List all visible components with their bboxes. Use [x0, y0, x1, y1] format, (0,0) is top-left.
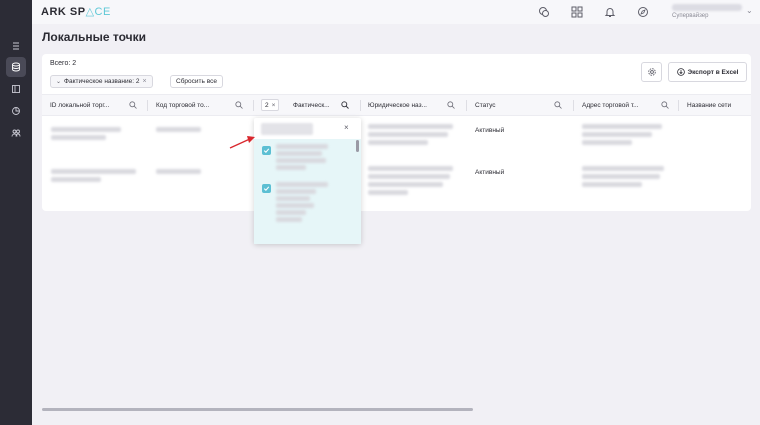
blurred-cell	[368, 124, 453, 129]
blurred-cell	[368, 182, 443, 187]
blurred-option-text	[276, 165, 306, 170]
column-divider[interactable]	[253, 100, 254, 111]
search-icon[interactable]	[235, 101, 243, 109]
search-icon[interactable]	[661, 101, 669, 109]
column-header-network-name[interactable]: Название сети	[687, 95, 747, 115]
checkbox-checked[interactable]	[262, 146, 271, 155]
blurred-option-text	[276, 210, 306, 215]
reset-filters-button[interactable]: Сбросить все	[170, 75, 223, 88]
blurred-cell	[582, 166, 664, 171]
blurred-option-text	[276, 151, 322, 156]
panel-icon[interactable]	[6, 79, 26, 99]
blurred-cell	[51, 127, 121, 132]
gear-icon	[647, 68, 656, 76]
check-icon	[263, 186, 270, 191]
blurred-cell	[368, 190, 408, 195]
scrollbar[interactable]	[356, 140, 359, 152]
blurred-cell	[582, 140, 632, 145]
search-icon[interactable]	[447, 101, 455, 109]
blurred-option-text	[276, 203, 314, 208]
database-icon[interactable]	[6, 57, 26, 77]
blurred-cell	[582, 132, 652, 137]
active-filter-chip[interactable]: ⌄ Фактическое название: 2 ×	[50, 75, 153, 88]
status-text: Активный	[475, 169, 505, 176]
left-sidebar	[0, 0, 32, 425]
blurred-cell	[368, 132, 448, 137]
blurred-cell	[51, 135, 106, 140]
blurred-option-text	[276, 217, 302, 222]
table-header: ID локальной торг... Код торговой то... …	[42, 94, 751, 116]
column-divider[interactable]	[147, 100, 148, 111]
filter-search-input[interactable]	[261, 123, 313, 135]
download-icon	[676, 68, 685, 76]
blurred-cell	[582, 174, 660, 179]
settings-button[interactable]	[641, 62, 662, 82]
search-icon[interactable]	[129, 101, 137, 109]
column-header-id[interactable]: ID локальной торг...	[50, 95, 126, 115]
blurred-cell	[582, 182, 642, 187]
top-bar: ARK SP△CE Супервайзер ⌄	[32, 0, 760, 24]
filter-chip-label: Фактическое название: 2	[64, 78, 140, 85]
chevron-down-icon[interactable]: ⌄	[746, 6, 753, 15]
user-role: Супервайзер	[672, 13, 709, 19]
search-icon-active[interactable]	[341, 101, 349, 109]
column-header-code[interactable]: Код торговой то...	[156, 95, 224, 115]
users-icon[interactable]	[6, 123, 26, 143]
table-card: Всего: 2 ⌄ Фактическое название: 2 × Сбр…	[42, 54, 751, 211]
column-header-actual-name[interactable]: Фактическ...	[293, 95, 339, 115]
column-header-legal-name[interactable]: Юридическое наз...	[368, 95, 438, 115]
blurred-option-text	[276, 182, 328, 187]
total-count: Всего: 2	[50, 60, 77, 67]
search-icon[interactable]	[554, 101, 562, 109]
blurred-cell	[156, 169, 201, 174]
blurred-cell	[368, 140, 428, 145]
column-divider[interactable]	[678, 100, 679, 111]
blurred-cell	[156, 127, 201, 132]
apps-grid-icon[interactable]	[570, 5, 584, 19]
chat-icon[interactable]	[537, 5, 551, 19]
column-filter-count-chip[interactable]: 2 ×	[261, 99, 280, 111]
check-icon	[263, 148, 270, 153]
list-icon[interactable]	[6, 36, 26, 56]
blurred-option-text	[276, 189, 316, 194]
blurred-option-text	[276, 196, 310, 201]
filter-options-list[interactable]	[254, 139, 361, 244]
close-icon[interactable]: ×	[344, 123, 349, 132]
page-title: Локальные точки	[42, 30, 147, 44]
bell-icon[interactable]	[603, 5, 617, 19]
blurred-option-text	[276, 144, 328, 149]
blurred-cell	[582, 124, 662, 129]
annotation-arrow	[229, 136, 255, 149]
column-divider[interactable]	[466, 100, 467, 111]
column-divider[interactable]	[360, 100, 361, 111]
blurred-cell	[368, 166, 453, 171]
chevron-down-icon: ⌄	[56, 79, 62, 85]
blurred-cell	[51, 169, 136, 174]
export-label: Экспорт в Excel	[687, 68, 739, 76]
checkbox-checked[interactable]	[262, 184, 271, 193]
blurred-cell	[368, 174, 450, 179]
column-header-address[interactable]: Адрес торговой т...	[582, 95, 652, 115]
horizontal-scrollbar[interactable]	[42, 408, 473, 411]
status-text: Активный	[475, 127, 505, 134]
blurred-cell	[51, 177, 101, 182]
close-icon[interactable]: ×	[272, 102, 276, 109]
user-name-blurred[interactable]	[672, 4, 742, 11]
chart-icon[interactable]	[6, 101, 26, 121]
column-header-status[interactable]: Статус	[475, 95, 525, 115]
blurred-option-text	[276, 158, 326, 163]
app-logo[interactable]: ARK SP△CE	[41, 5, 111, 18]
export-excel-button[interactable]: Экспорт в Excel	[668, 62, 747, 82]
column-filter-dropdown: ×	[254, 118, 361, 244]
column-divider[interactable]	[573, 100, 574, 111]
compass-icon[interactable]	[636, 5, 650, 19]
close-icon[interactable]: ×	[143, 78, 147, 85]
